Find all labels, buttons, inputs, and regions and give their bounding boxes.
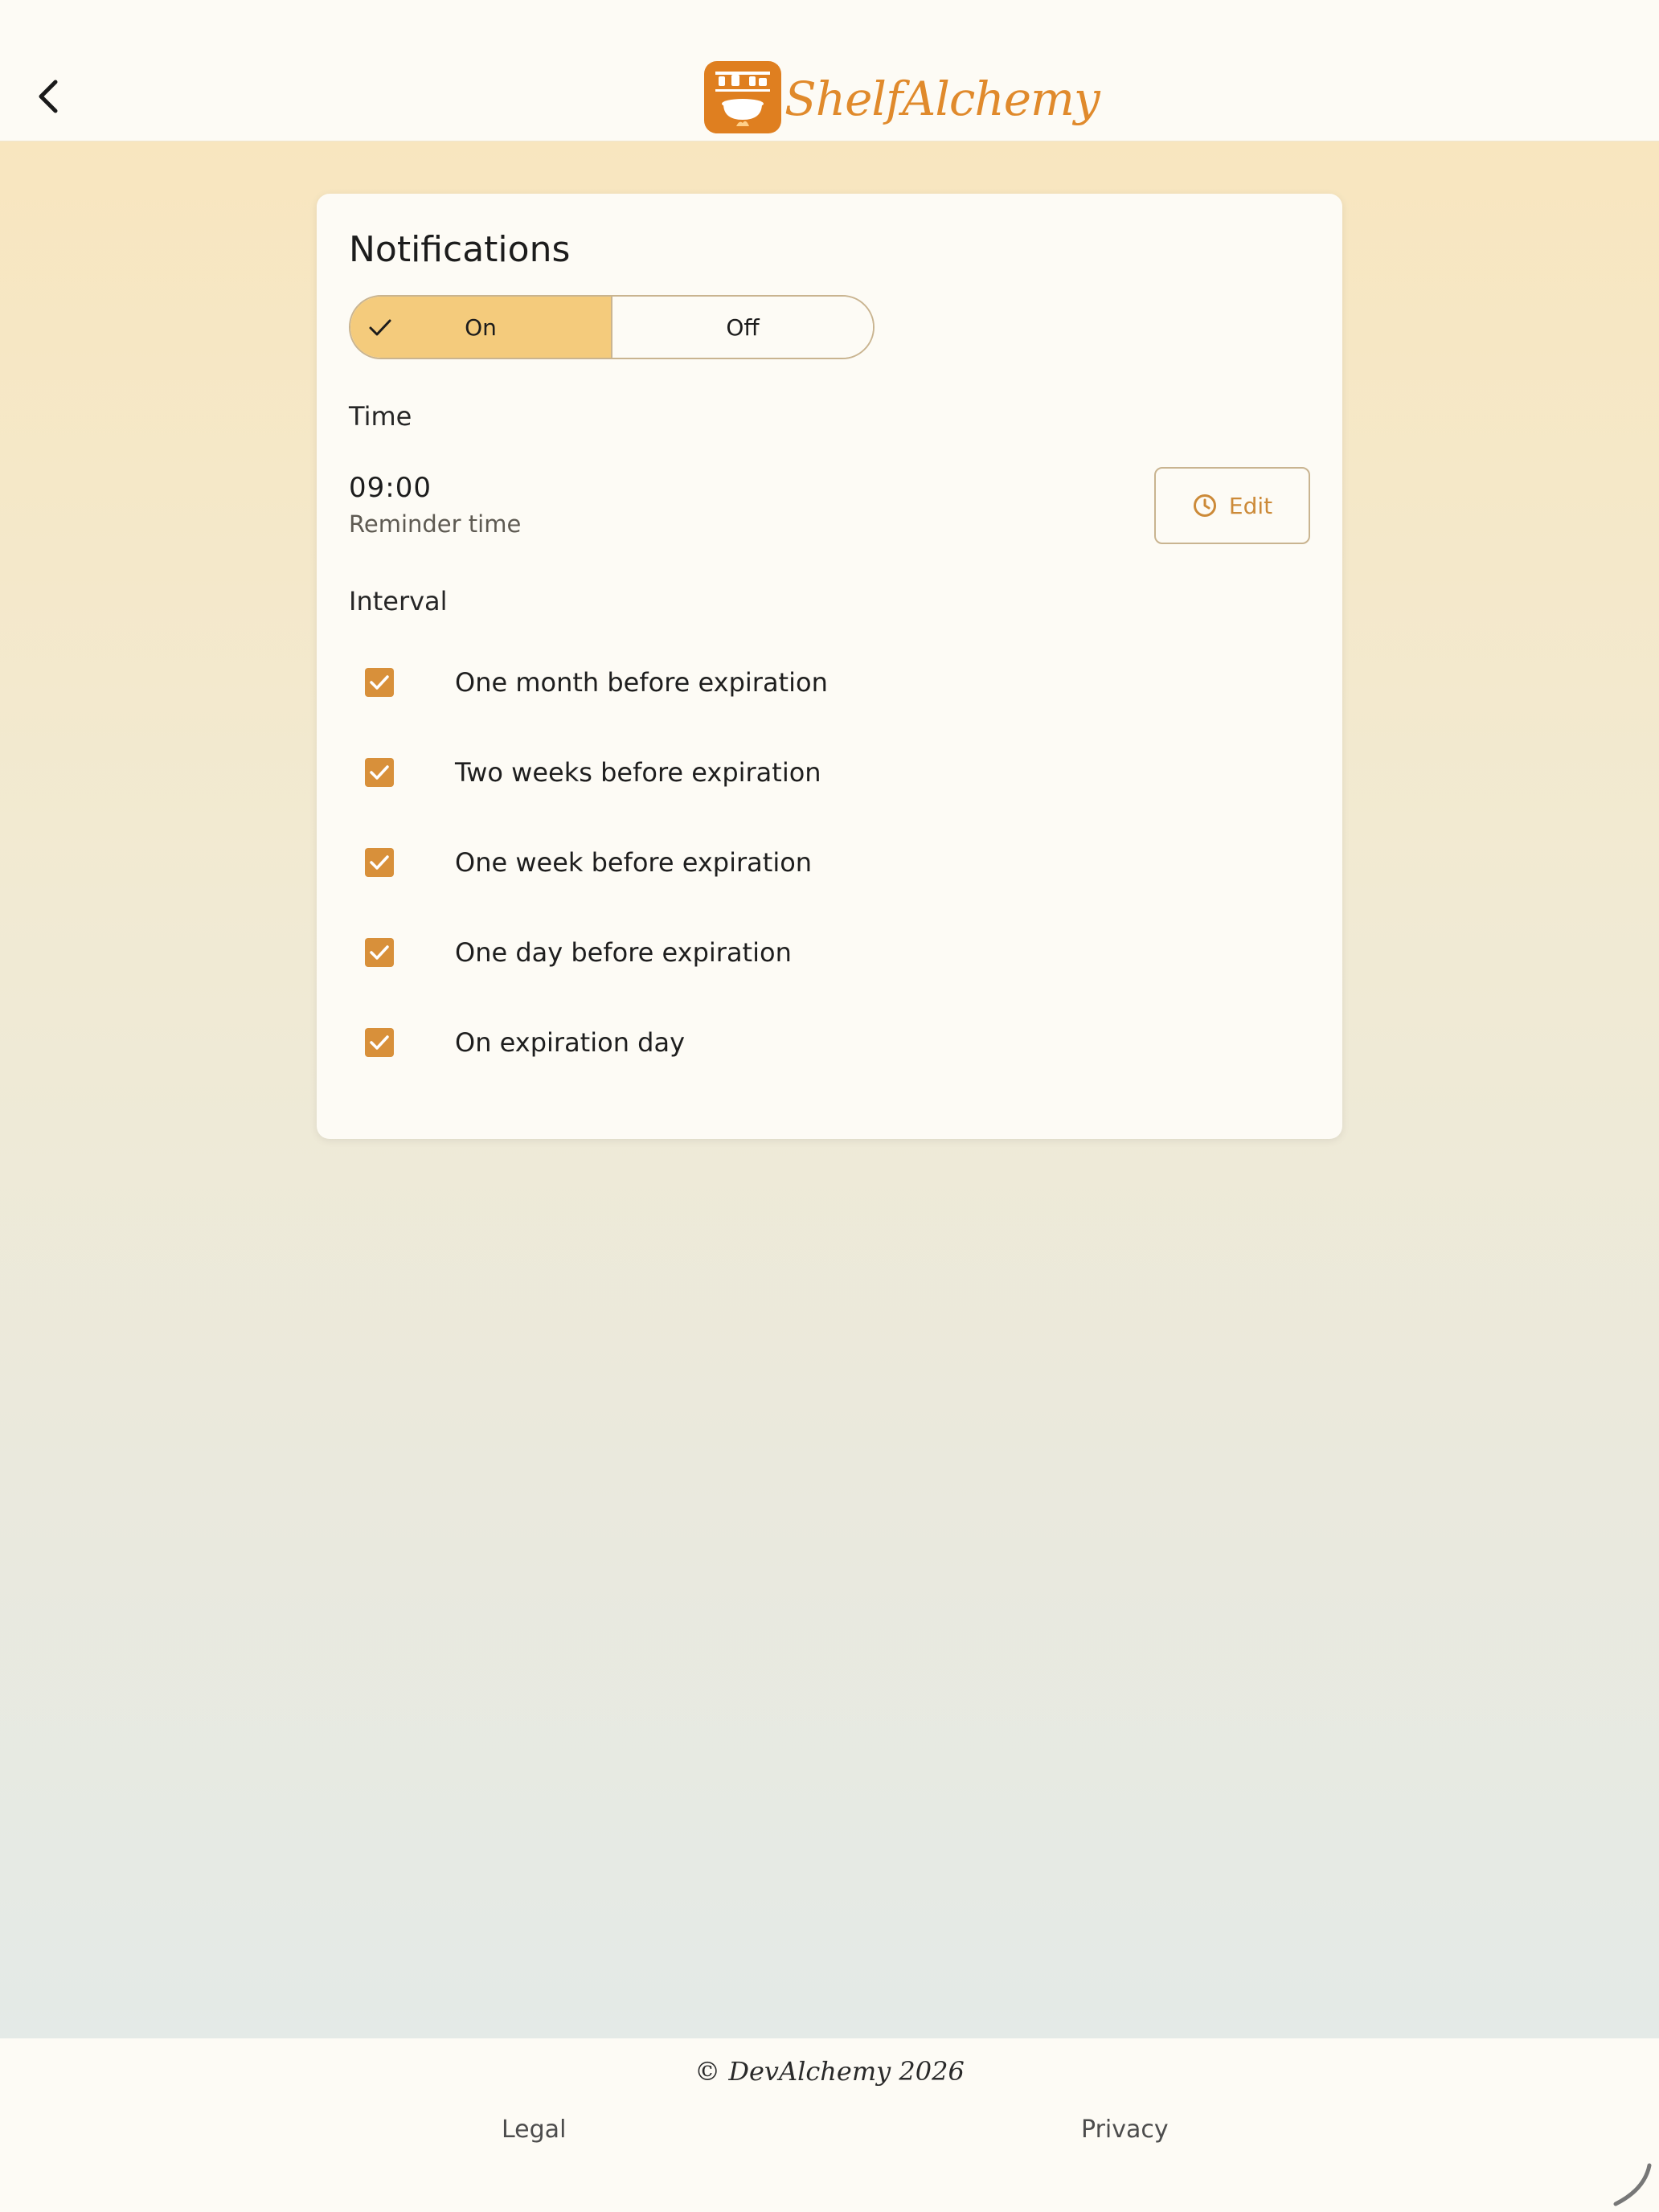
checkmark-icon: [370, 765, 389, 780]
interval-checkbox[interactable]: [365, 848, 394, 877]
app-header: ShelfAlchemy: [0, 0, 1659, 141]
interval-section-label: Interval: [349, 586, 448, 616]
interval-checkbox[interactable]: [365, 668, 394, 697]
interval-option: One month before expiration: [365, 658, 828, 707]
interval-option-label: One day before expiration: [455, 937, 792, 968]
card-title: Notifications: [349, 229, 571, 270]
toggle-off-button[interactable]: Off: [612, 297, 873, 358]
toggle-on-button[interactable]: On: [350, 297, 612, 358]
toggle-on-label: On: [465, 313, 497, 341]
reminder-time-value: 09:00: [349, 472, 432, 504]
app-footer: © DevAlchemy 2026 Legal Privacy: [0, 2038, 1659, 2212]
interval-option: One day before expiration: [365, 928, 792, 977]
checkmark-icon: [370, 1035, 389, 1050]
cauldron-icon: [704, 61, 781, 133]
logo-text: ShelfAlchemy: [784, 72, 1100, 126]
copyright-text: © DevAlchemy 2026: [694, 2056, 965, 2087]
interval-option: Two weeks before expiration: [365, 748, 821, 797]
interval-checkbox[interactable]: [365, 758, 394, 787]
edit-time-button[interactable]: Edit: [1154, 467, 1310, 544]
checkmark-icon: [370, 945, 389, 960]
interval-option-label: One month before expiration: [455, 667, 828, 698]
interval-option-label: Two weeks before expiration: [455, 757, 821, 788]
main-content: Notifications On Off Time 09:00 Reminder…: [0, 141, 1659, 2038]
interval-checkbox[interactable]: [365, 1028, 394, 1057]
time-section-label: Time: [349, 401, 412, 432]
resize-handle-icon[interactable]: [1608, 2162, 1653, 2207]
interval-option-label: One week before expiration: [455, 847, 813, 878]
notifications-toggle: On Off: [349, 295, 875, 359]
legal-link[interactable]: Legal: [502, 2116, 566, 2144]
interval-option-label: On expiration day: [455, 1027, 685, 1058]
interval-option: On expiration day: [365, 1018, 685, 1067]
chevron-left-icon: [39, 80, 58, 113]
notifications-card: Notifications On Off Time 09:00 Reminder…: [317, 194, 1342, 1139]
back-button[interactable]: [24, 66, 72, 127]
checkmark-icon: [370, 675, 389, 690]
reminder-time-subtitle: Reminder time: [349, 510, 522, 538]
privacy-link[interactable]: Privacy: [1081, 2116, 1169, 2144]
checkmark-icon: [370, 855, 389, 870]
interval-checkbox[interactable]: [365, 938, 394, 967]
checkmark-icon: [369, 319, 391, 336]
clock-icon: [1193, 494, 1216, 517]
interval-option: One week before expiration: [365, 838, 812, 887]
edit-time-label: Edit: [1228, 492, 1273, 519]
app-logo: ShelfAlchemy: [704, 59, 1100, 135]
toggle-off-label: Off: [726, 313, 760, 341]
